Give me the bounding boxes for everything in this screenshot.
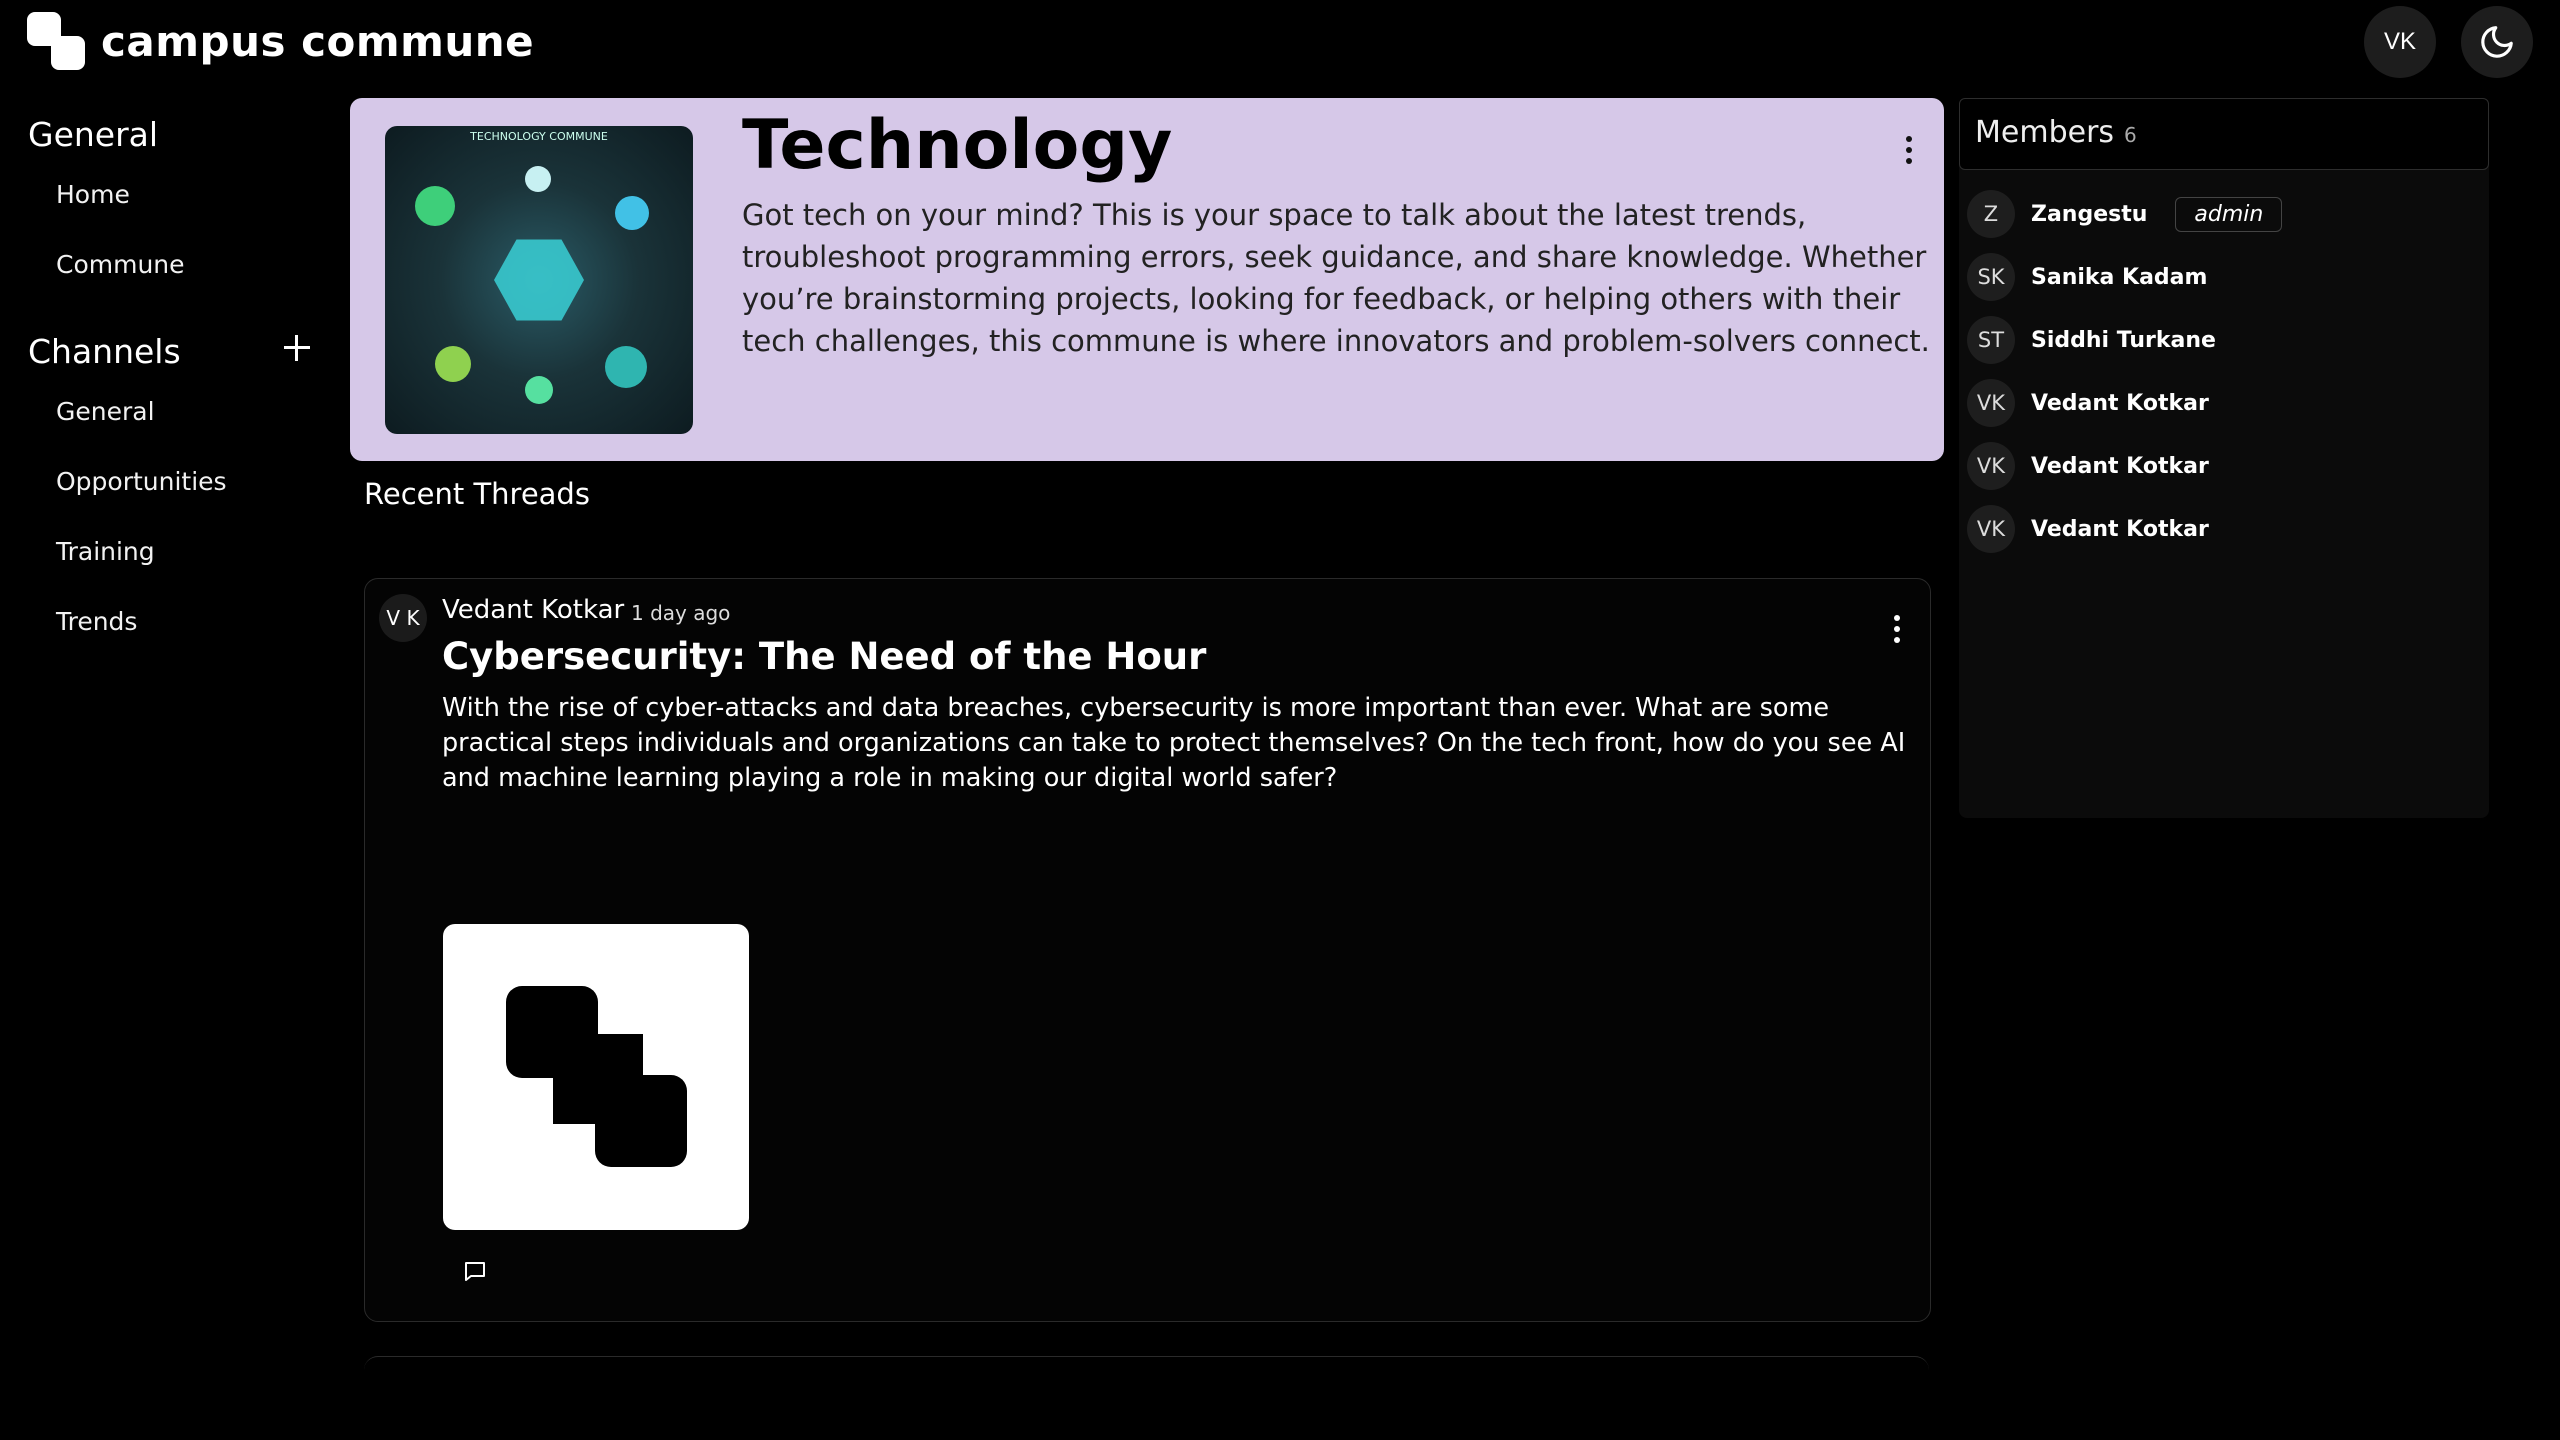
sidebar-item-channel-trends[interactable]: Trends <box>56 607 137 636</box>
admin-badge: admin <box>2175 196 2283 232</box>
commune-cover-image: TECHNOLOGY COMMUNE <box>385 126 693 434</box>
member-avatar: Z <box>1967 190 2015 238</box>
sidebar-item-channel-training[interactable]: Training <box>56 537 155 566</box>
members-title: Members <box>1975 115 2115 150</box>
comment-icon[interactable] <box>463 1259 487 1283</box>
member-name: Vedant Kotkar <box>2031 390 2209 416</box>
app-name: campus commune <box>101 16 535 66</box>
next-thread-card[interactable] <box>364 1356 1929 1417</box>
user-avatar-button[interactable]: VK <box>2364 6 2436 78</box>
commune-header-card: TECHNOLOGY COMMUNE Technology Got tech o… <box>350 98 1944 461</box>
member-row[interactable]: VK Vedant Kotkar <box>1967 505 2209 553</box>
theme-toggle-button[interactable] <box>2461 6 2533 78</box>
thread-body: With the rise of cyber-attacks and data … <box>442 693 1906 793</box>
member-avatar: SK <box>1967 253 2015 301</box>
sidebar-heading-general: General <box>28 115 159 154</box>
members-count: 6 <box>2124 123 2137 147</box>
moon-icon <box>2481 26 2513 58</box>
thread-title[interactable]: Cybersecurity: The Need of the Hour <box>442 635 1206 678</box>
member-avatar: VK <box>1967 379 2015 427</box>
member-row[interactable]: Z Zangestu admin <box>1967 190 2283 238</box>
decor-dot <box>415 186 455 226</box>
thread-card[interactable]: V K Vedant Kotkar 1 day ago Cybersecurit… <box>364 578 1931 1322</box>
sidebar-item-home[interactable]: Home <box>56 180 130 209</box>
decor-dot <box>615 196 649 230</box>
thread-more-options-icon[interactable] <box>1891 615 1903 651</box>
member-name: Vedant Kotkar <box>2031 516 2209 542</box>
commune-more-options-icon[interactable] <box>1903 136 1915 172</box>
decor-dot <box>525 166 551 192</box>
members-panel: Members 6 Z Zangestu admin SK Sanika Kad… <box>1959 98 2489 818</box>
member-row[interactable]: ST Siddhi Turkane <box>1967 316 2216 364</box>
member-name: Siddhi Turkane <box>2031 327 2216 353</box>
recent-threads-heading: Recent Threads <box>364 477 590 511</box>
commune-title: Technology <box>742 106 1173 185</box>
sidebar-item-channel-general[interactable]: General <box>56 397 155 426</box>
add-channel-plus-icon[interactable] <box>282 333 312 363</box>
commune-description: Got tech on your mind? This is your spac… <box>742 198 1930 358</box>
sidebar-item-commune[interactable]: Commune <box>56 250 185 279</box>
member-avatar: VK <box>1967 442 2015 490</box>
decor-dot <box>525 376 553 404</box>
campus-commune-logo-icon <box>27 12 85 70</box>
sidebar-heading-channels: Channels <box>28 332 181 371</box>
decor-dot <box>435 346 471 382</box>
app-logo[interactable]: campus commune <box>27 12 534 70</box>
member-name: Vedant Kotkar <box>2031 453 2209 479</box>
member-avatar: VK <box>1967 505 2015 553</box>
member-row[interactable]: VK Vedant Kotkar <box>1967 442 2209 490</box>
hexagon-graphic <box>494 239 584 321</box>
members-header: Members 6 <box>1959 98 2489 170</box>
thread-attachment-image[interactable] <box>443 924 749 1230</box>
thread-author-avatar[interactable]: V K <box>379 594 427 642</box>
member-avatar: ST <box>1967 316 2015 364</box>
member-name: Zangestu <box>2031 201 2148 227</box>
decor-dot <box>605 346 647 388</box>
thread-timestamp: 1 day ago <box>631 601 731 625</box>
member-row[interactable]: SK Sanika Kadam <box>1967 253 2207 301</box>
commune-image-caption: TECHNOLOGY COMMUNE <box>470 130 608 143</box>
thread-author-name[interactable]: Vedant Kotkar <box>442 595 624 625</box>
member-row[interactable]: VK Vedant Kotkar <box>1967 379 2209 427</box>
member-name: Sanika Kadam <box>2031 264 2208 290</box>
sidebar-item-channel-opportunities[interactable]: Opportunities <box>56 467 227 496</box>
